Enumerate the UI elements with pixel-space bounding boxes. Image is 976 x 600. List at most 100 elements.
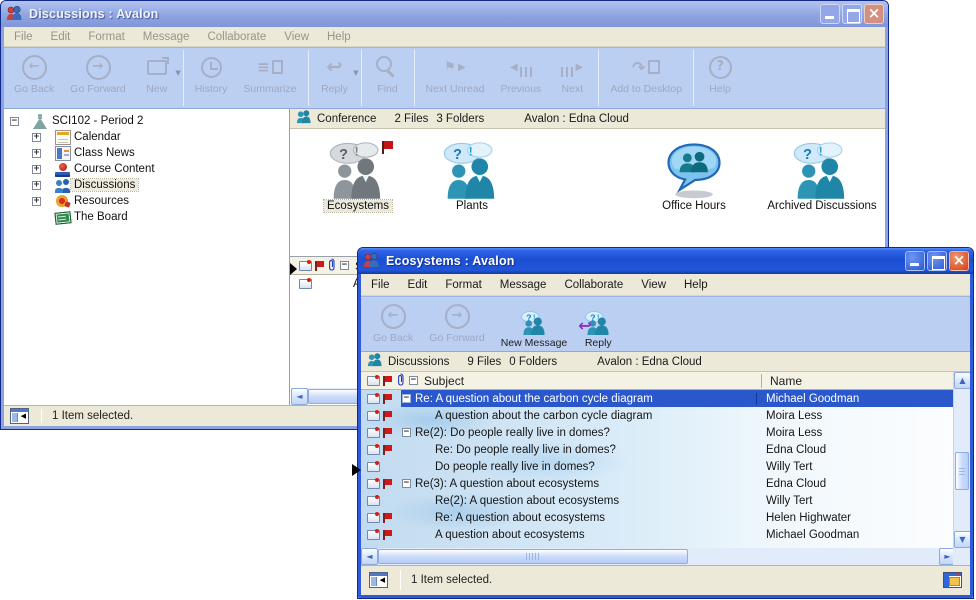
scroll-down-button[interactable]: ▼ bbox=[954, 531, 971, 548]
scrollbar-thumb[interactable] bbox=[955, 452, 969, 490]
toolbar-button[interactable]: Summarize bbox=[235, 48, 304, 108]
message-row[interactable]: Re: Do people really live in domes? Edna… bbox=[361, 441, 956, 458]
subject-column-header[interactable]: Subject bbox=[424, 374, 761, 388]
scroll-left-button[interactable]: ◄ bbox=[361, 548, 378, 565]
menu-item[interactable]: Format bbox=[79, 29, 133, 45]
message-row[interactable]: A question about the carbon cycle diagra… bbox=[361, 407, 956, 424]
toolbar-button[interactable]: History bbox=[187, 48, 236, 108]
vertical-scrollbar[interactable]: ▲ ▼ bbox=[953, 372, 970, 548]
menu-item[interactable]: Edit bbox=[399, 277, 437, 293]
message-row[interactable]: Re(2): Do people really live in domes? M… bbox=[361, 424, 956, 441]
toolbar-button[interactable]: New bbox=[134, 48, 180, 108]
menu-item[interactable]: View bbox=[275, 29, 318, 45]
expand-icon[interactable] bbox=[32, 181, 41, 190]
tree-item-icon bbox=[55, 130, 71, 145]
menu-item[interactable]: Edit bbox=[42, 29, 80, 45]
close-button[interactable] bbox=[864, 4, 884, 24]
menu-item[interactable]: Help bbox=[318, 29, 360, 45]
close-button[interactable] bbox=[949, 251, 969, 271]
menu-item[interactable]: File bbox=[5, 29, 42, 45]
scroll-left-button[interactable]: ◄ bbox=[291, 388, 308, 405]
expand-icon[interactable] bbox=[32, 165, 41, 174]
course-flask-icon bbox=[33, 114, 49, 129]
scrollbar-thumb[interactable] bbox=[378, 549, 688, 564]
pane-splitter-marker[interactable] bbox=[290, 263, 297, 275]
name-column-header[interactable]: Name bbox=[761, 374, 956, 388]
panel-toggle-icon[interactable] bbox=[369, 572, 388, 588]
panel-toggle-icon[interactable] bbox=[10, 408, 29, 424]
expand-icon[interactable] bbox=[32, 133, 41, 142]
menu-item[interactable]: Message bbox=[491, 277, 556, 293]
toolbar-button[interactable]: Next bbox=[549, 48, 595, 108]
collapse-all-icon[interactable] bbox=[409, 376, 418, 385]
menu-item[interactable]: Message bbox=[134, 29, 199, 45]
conference-item[interactable]: ? ! Archived Discussions bbox=[758, 141, 886, 247]
conference-item[interactable]: Office Hours bbox=[642, 141, 746, 247]
conference-item[interactable]: ? ! Ecosystems bbox=[312, 141, 404, 247]
envelope-column-icon[interactable] bbox=[367, 376, 380, 386]
expand-icon[interactable] bbox=[32, 149, 41, 158]
message-icons bbox=[361, 479, 397, 489]
flag-column-icon[interactable] bbox=[315, 261, 324, 271]
message-row[interactable]: Do people really live in domes? Willy Te… bbox=[361, 458, 956, 475]
maximize-button[interactable] bbox=[842, 4, 862, 24]
attachment-column-icon[interactable] bbox=[396, 373, 405, 389]
tree-item-label: Course Content bbox=[71, 163, 158, 175]
collapse-icon[interactable] bbox=[402, 479, 411, 488]
attachment-column-icon[interactable] bbox=[327, 258, 336, 274]
flag-column-icon[interactable] bbox=[383, 376, 392, 386]
collapse-icon[interactable] bbox=[10, 117, 19, 126]
maximize-button[interactable] bbox=[927, 251, 947, 271]
expand-icon[interactable] bbox=[32, 197, 41, 206]
tree-item[interactable]: Calendar bbox=[2, 129, 289, 145]
menu-item[interactable]: Collaborate bbox=[198, 29, 275, 45]
tree-item[interactable]: Discussions bbox=[2, 177, 289, 193]
titlebar-discussions[interactable]: Discussions : Avalon bbox=[1, 1, 888, 27]
status-separator bbox=[41, 409, 42, 423]
envelope-icon bbox=[367, 496, 380, 506]
dropdown-arrow-icon[interactable] bbox=[175, 62, 180, 80]
message-icons bbox=[361, 411, 397, 421]
horizontal-scrollbar[interactable]: ◄ ► bbox=[361, 548, 956, 565]
toolbar-separator bbox=[598, 50, 599, 106]
minimize-button[interactable] bbox=[820, 4, 840, 24]
toolbar-button[interactable]: Go Forward bbox=[62, 48, 133, 108]
envelope-column-icon[interactable] bbox=[299, 261, 312, 271]
toolb​ar-button[interactable]: ? ! Reply bbox=[575, 297, 621, 351]
toolbar-button[interactable]: Reply bbox=[312, 48, 358, 108]
message-row[interactable]: Re: A question about the carbon cycle di… bbox=[361, 390, 956, 407]
message-row[interactable]: Re(3): A question about ecosystems Edna … bbox=[361, 475, 956, 492]
conference-item[interactable]: ? ! Plants bbox=[426, 141, 518, 247]
menu-item[interactable]: File bbox=[362, 277, 399, 293]
toolbar-button[interactable]: Next Unread bbox=[418, 48, 493, 108]
collapse-all-icon[interactable] bbox=[340, 261, 349, 270]
menu-item[interactable]: Help bbox=[675, 277, 717, 293]
scroll-up-button[interactable]: ▲ bbox=[954, 372, 971, 389]
toolbar-button[interactable]: Previous bbox=[492, 48, 549, 108]
menu-item[interactable]: Format bbox=[436, 277, 490, 293]
toolbar-button[interactable]: Add to Desktop bbox=[602, 48, 690, 108]
tree-item[interactable]: Course Content bbox=[2, 161, 289, 177]
pane-splitter-marker[interactable] bbox=[352, 464, 361, 476]
dropdown-arrow-icon[interactable] bbox=[353, 62, 358, 80]
toolbar-button[interactable]: Find bbox=[365, 48, 411, 108]
toolb​ar-button[interactable]: Go Back bbox=[365, 297, 421, 351]
tree-item[interactable]: Class News bbox=[2, 145, 289, 161]
collapse-icon[interactable] bbox=[402, 394, 411, 403]
toolb​ar-button[interactable]: ? ! New Message bbox=[493, 297, 576, 351]
menu-item[interactable]: Collaborate bbox=[555, 277, 632, 293]
message-row[interactable]: Re: A question about ecosystems Helen Hi… bbox=[361, 509, 956, 526]
toolb​ar-button[interactable]: Go Forward bbox=[421, 297, 492, 351]
tree-item[interactable]: Resources bbox=[2, 193, 289, 209]
minimize-button[interactable] bbox=[905, 251, 925, 271]
titlebar-ecosystems[interactable]: Ecosystems : Avalon bbox=[358, 248, 973, 274]
view-layout-icon[interactable] bbox=[943, 572, 962, 588]
toolbar-button[interactable]: Go Back bbox=[6, 48, 62, 108]
tree-item[interactable]: The Board bbox=[2, 209, 289, 225]
collapse-icon[interactable] bbox=[402, 428, 411, 437]
message-row[interactable]: A question about ecosystems Michael Good… bbox=[361, 526, 956, 543]
message-row[interactable]: Re(2): A question about ecosystems Willy… bbox=[361, 492, 956, 509]
tree-root-item[interactable]: SCI102 - Period 2 bbox=[2, 113, 289, 129]
toolbar-button[interactable]: Help bbox=[697, 48, 743, 108]
menu-item[interactable]: View bbox=[632, 277, 675, 293]
